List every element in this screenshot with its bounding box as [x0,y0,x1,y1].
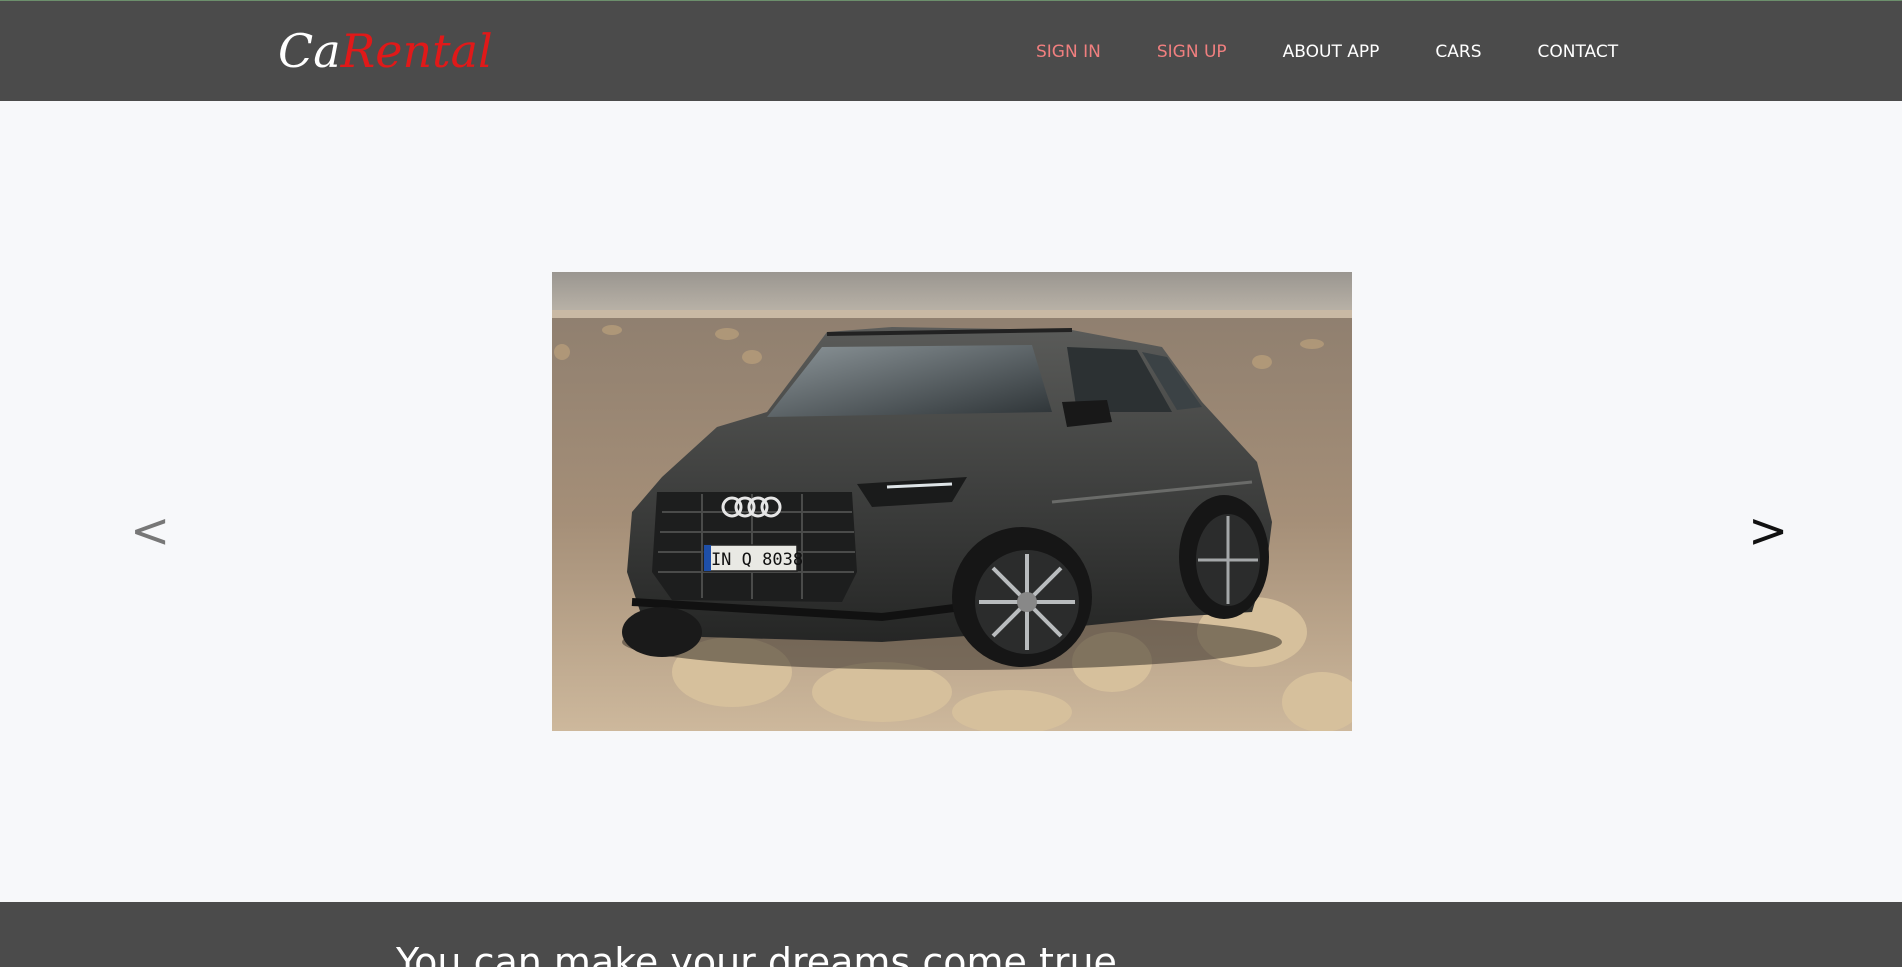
main-nav: SIGN IN SIGN UP ABOUT APP CARS CONTACT [1036,1,1618,102]
tagline-heading: You can make your dreams come true [396,940,1117,967]
nav-cars-link[interactable]: CARS [1435,42,1481,62]
nav-sign-up-link[interactable]: SIGN UP [1157,42,1227,62]
chevron-left-icon[interactable]: < [130,501,170,561]
car-carousel: < IN Q 8038 > [0,101,1902,902]
hero-footer-band: You can make your dreams come true [0,902,1902,967]
logo-text-red: Rental [340,24,493,78]
chevron-right-icon[interactable]: > [1748,501,1788,561]
car-slide-image: IN Q 8038 [552,272,1352,731]
logo-text-white: Ca [278,24,341,78]
license-plate-text: IN Q 8038 [711,550,803,570]
logo[interactable]: CaRental [278,15,493,87]
nav-sign-in-link[interactable]: SIGN IN [1036,42,1101,62]
top-navbar: CaRental SIGN IN SIGN UP ABOUT APP CARS … [0,0,1902,101]
nav-about-app-link[interactable]: ABOUT APP [1283,42,1380,62]
nav-contact-link[interactable]: CONTACT [1538,42,1619,62]
